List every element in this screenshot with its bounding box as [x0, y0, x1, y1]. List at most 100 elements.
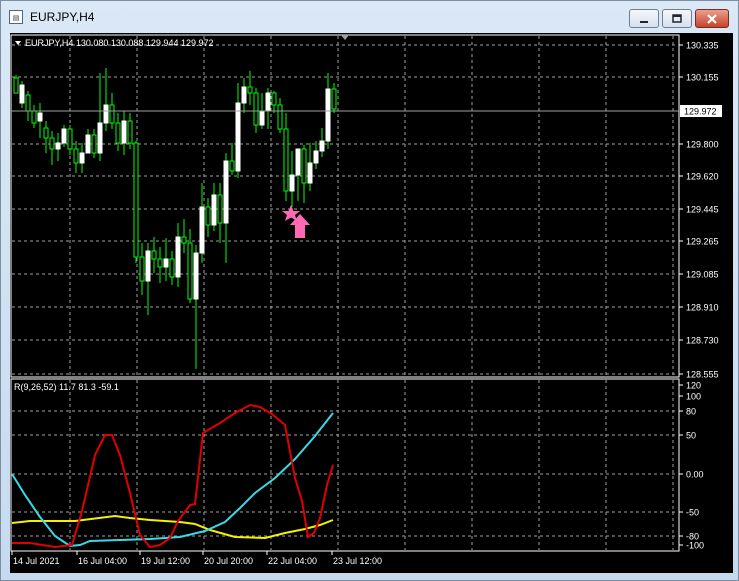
indicator-axis[interactable]: 12010080500.00-50-80-100	[679, 381, 704, 551]
price-axis[interactable]: 130.335 130.155 129.800 129.620 129.445 129.2…	[679, 41, 719, 380]
bear-candle	[151, 250, 157, 260]
bear-candle	[229, 160, 235, 172]
bear-candle	[217, 194, 223, 224]
bull-candle	[199, 206, 205, 254]
price-tick-label: 128.555	[686, 370, 719, 380]
bear-candle	[49, 137, 55, 150]
price-tick-label: 129.620	[686, 172, 719, 182]
minimize-button[interactable]	[629, 9, 659, 28]
bear-candle	[31, 110, 37, 124]
bull-candle	[289, 174, 295, 192]
bear-candle	[205, 206, 211, 226]
close-button[interactable]	[695, 9, 729, 28]
main-chart-frame	[10, 34, 680, 378]
chart-window-icon: ▤	[9, 10, 23, 24]
bear-candle	[253, 92, 259, 126]
bull-candle	[325, 88, 331, 142]
bear-candle	[331, 88, 337, 110]
price-tick-label: 129.265	[686, 237, 719, 247]
indicator-header: R(9,26,52) 11.7 81.3 -59.1	[14, 382, 119, 392]
bull-candle	[85, 134, 91, 154]
indicator-tick-label: 0.00	[686, 470, 704, 480]
bear-candle	[271, 92, 277, 106]
price-tick-label: 129.800	[686, 140, 719, 150]
bear-candle	[73, 148, 79, 164]
price-tick-label: 129.445	[686, 205, 719, 215]
bear-candle	[43, 127, 49, 139]
indicator-cyan-line	[11, 412, 334, 548]
bull-candle	[211, 194, 217, 226]
maximize-button[interactable]	[662, 9, 692, 28]
bear-candle	[277, 104, 283, 130]
bear-candle	[139, 256, 145, 282]
bear-candle	[127, 120, 133, 144]
price-tick-label: 129.085	[686, 270, 719, 280]
bull-candle	[307, 162, 313, 184]
indicator-tick-label: 50	[686, 431, 696, 441]
time-tick-label: 14 Jul 2021	[13, 556, 60, 566]
chart-header: EURJPY,H4 130.080 130.088 129.944 129.97…	[25, 38, 214, 48]
bear-candle	[301, 148, 307, 184]
bull-candle	[55, 142, 61, 150]
bull-candle	[241, 86, 247, 104]
price-tick-label: 130.335	[686, 41, 719, 51]
bull-candle	[175, 236, 181, 278]
bull-candle	[259, 110, 265, 126]
time-tick-label: 19 Jul 12:00	[141, 556, 190, 566]
bear-candle	[67, 128, 73, 150]
indicator-tick-label: 100	[686, 392, 701, 402]
bear-candle	[247, 86, 253, 94]
bull-candle	[163, 258, 169, 268]
bear-candle	[25, 94, 31, 112]
bear-candle	[109, 104, 115, 124]
bear-candle	[187, 242, 193, 300]
maximize-icon	[672, 13, 682, 23]
bull-candle	[79, 152, 85, 164]
bear-candle	[157, 258, 163, 268]
minimize-icon	[640, 20, 648, 23]
price-chart-svg[interactable]: EURJPY,H4 130.080 130.088 129.944 129.97…	[10, 33, 733, 573]
bull-candle	[235, 102, 241, 172]
price-tick-label: 128.730	[686, 336, 719, 346]
bull-candle	[193, 252, 199, 300]
bear-candle	[283, 128, 289, 192]
price-tick-label: 128.910	[686, 303, 719, 313]
time-tick-label: 22 Jul 04:00	[268, 556, 317, 566]
bull-candle	[319, 140, 325, 152]
chart-shift-marker[interactable]	[341, 35, 349, 40]
indicator-red-line	[12, 403, 334, 549]
time-tick-label: 16 Jul 04:00	[78, 556, 127, 566]
bull-candle	[37, 112, 43, 122]
symbol-dropdown-icon[interactable]	[15, 41, 21, 45]
bear-candle	[115, 122, 121, 144]
bear-candle	[13, 77, 19, 94]
terminal-chart-window: ▤ EURJPY,H4 EURJPY,H4 130.080 130.088 12…	[0, 0, 739, 581]
current-price-label: 129.972	[684, 107, 717, 117]
time-tick-label: 23 Jul 12:00	[333, 556, 382, 566]
bull-candle	[61, 128, 67, 144]
chart-canvas[interactable]: EURJPY,H4 130.080 130.088 129.944 129.97…	[10, 33, 733, 573]
indicator-frame	[10, 378, 680, 552]
price-tick-label: 130.155	[686, 73, 719, 83]
bear-candle	[133, 142, 139, 258]
bull-candle	[121, 120, 127, 144]
title-bar[interactable]: ▤ EURJPY,H4	[1, 1, 738, 35]
time-axis[interactable]: 14 Jul 2021 16 Jul 04:00 19 Jul 12:00 20 Ju…	[11, 551, 382, 566]
bear-candle	[181, 236, 187, 244]
window-title: EURJPY,H4	[30, 10, 95, 24]
bear-candle	[169, 258, 175, 278]
indicator-tick-label: -50	[686, 508, 699, 518]
bull-candle	[19, 84, 25, 104]
bull-candle	[265, 92, 271, 112]
close-icon	[707, 13, 717, 24]
bear-candle	[91, 134, 97, 154]
indicator-tick-label: 120	[686, 381, 701, 391]
bull-candle	[145, 250, 151, 282]
bull-candle	[313, 150, 319, 164]
bull-candle	[223, 160, 229, 224]
indicator-tick-label: 80	[686, 407, 696, 417]
indicator-tick-label: -100	[686, 541, 704, 551]
bull-candle	[295, 148, 301, 176]
bull-candle	[103, 104, 109, 124]
time-tick-label: 20 Jul 20:00	[204, 556, 253, 566]
